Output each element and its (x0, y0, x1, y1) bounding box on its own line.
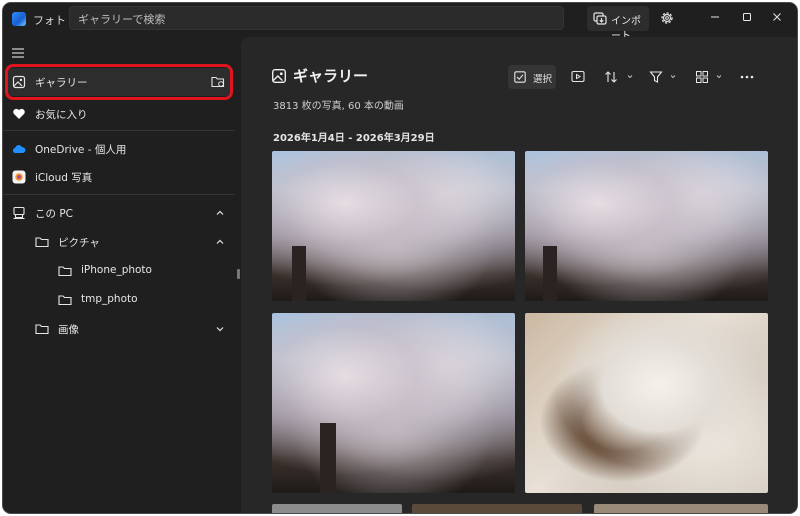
view-layout-icon[interactable] (695, 67, 727, 87)
tree-trunk (320, 423, 336, 493)
sidebar-item-tmp-photo[interactable]: tmp_photo (7, 286, 231, 314)
sidebar: ギャラリー お気に入り OneDrive - 個人用 iCloud 写真 この … (3, 37, 235, 513)
photo-thumbnail[interactable] (272, 504, 402, 513)
folder-icon (35, 237, 49, 248)
heart-icon (13, 108, 25, 119)
icloud-icon (12, 170, 26, 184)
sidebar-item-icloud[interactable]: iCloud 写真 (7, 163, 231, 191)
sidebar-item-label: 画像 (58, 324, 79, 336)
chevron-down-icon[interactable] (215, 324, 225, 334)
chevron-up-icon[interactable] (215, 208, 225, 218)
app-title: フォト (33, 14, 66, 27)
tree-trunk (543, 246, 557, 301)
select-button[interactable]: 選択 (508, 65, 556, 89)
pane-resize-handle[interactable] (237, 269, 240, 279)
photos-window: フォト ギャラリーで検索 インポート (3, 3, 797, 513)
photo-thumbnail[interactable] (525, 313, 768, 493)
tree-trunk (292, 246, 306, 301)
photo-thumbnail[interactable] (412, 504, 582, 513)
sidebar-divider (3, 130, 235, 131)
page-title: ギャラリー (293, 67, 369, 85)
sort-icon[interactable] (604, 67, 636, 87)
maximize-button[interactable] (737, 9, 757, 27)
select-label: 選択 (533, 74, 553, 85)
sidebar-item-label: ピクチャ (58, 237, 100, 249)
import-button[interactable]: インポート (587, 6, 649, 42)
sidebar-item-favorites[interactable]: お気に入り (7, 100, 231, 128)
filter-icon[interactable] (649, 67, 681, 87)
sidebar-item-onedrive[interactable]: OneDrive - 個人用 (7, 135, 231, 163)
photo-thumbnail[interactable] (525, 151, 768, 301)
minimize-button[interactable] (705, 9, 725, 27)
folder-icon (58, 266, 72, 277)
sidebar-item-label: tmp_photo (81, 293, 138, 305)
cloud-icon (12, 145, 26, 153)
chevron-up-icon[interactable] (215, 237, 225, 247)
photo-thumbnail[interactable] (272, 313, 515, 493)
pc-icon (13, 206, 25, 220)
title-bar: フォト ギャラリーで検索 インポート (3, 3, 797, 42)
sidebar-item-pictures[interactable]: ピクチャ (7, 228, 231, 256)
folder-icon (58, 295, 72, 306)
gallery-icon (272, 69, 286, 83)
photos-app-icon (12, 12, 26, 26)
close-icon (773, 13, 781, 21)
search-placeholder: ギャラリーで検索 (78, 13, 166, 26)
date-range-heading: 2026年1月4日 - 2026年3月29日 (273, 133, 435, 144)
sidebar-item-iphone-photo[interactable]: iPhone_photo (7, 257, 231, 285)
maximize-icon (743, 13, 751, 21)
close-button[interactable] (767, 9, 787, 27)
selection-highlight-annotation (5, 64, 233, 100)
sidebar-item-label: iPhone_photo (81, 264, 152, 276)
minimize-icon (711, 16, 719, 18)
sidebar-item-label: iCloud 写真 (35, 172, 93, 184)
import-icon (593, 12, 607, 25)
folder-icon (35, 324, 49, 335)
photo-thumbnail[interactable] (594, 504, 768, 513)
slideshow-icon[interactable] (571, 67, 585, 87)
sidebar-item-images[interactable]: 画像 (7, 315, 231, 343)
media-count: 3813 枚の写真, 60 本の動画 (273, 101, 404, 112)
sidebar-item-this-pc[interactable]: この PC (7, 199, 231, 227)
photo-thumbnail[interactable] (272, 151, 515, 301)
sidebar-item-label: この PC (35, 208, 74, 220)
checkbox-icon (514, 71, 526, 83)
sidebar-divider (3, 194, 235, 195)
gallery-panel: ギャラリー 3813 枚の写真, 60 本の動画 選択 2026年1月4日 - … (241, 37, 797, 513)
search-input[interactable]: ギャラリーで検索 (69, 6, 564, 30)
hamburger-menu-icon[interactable] (11, 47, 25, 59)
gear-icon[interactable] (659, 10, 675, 26)
more-options-icon[interactable] (739, 67, 755, 87)
sidebar-item-label: OneDrive - 個人用 (35, 144, 127, 156)
sidebar-item-label: お気に入り (35, 109, 88, 121)
